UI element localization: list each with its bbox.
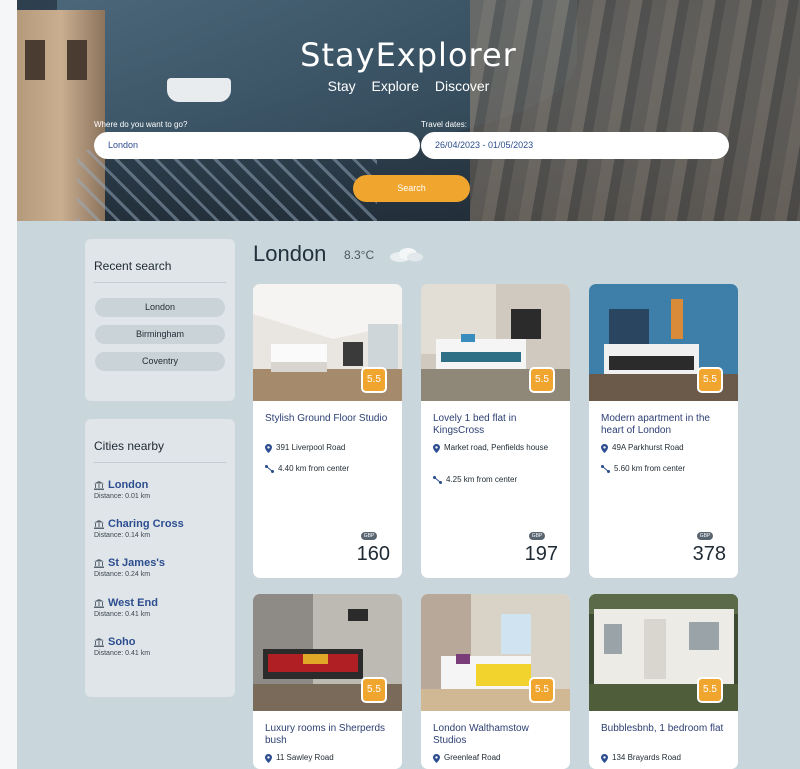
listing-address-text: 391 Liverpool Road: [276, 443, 346, 452]
recent-search-coventry[interactable]: Coventry: [95, 352, 225, 371]
listing-card[interactable]: 5.5 Stylish Ground Floor Studio 391 Live…: [253, 284, 402, 578]
listing-address-text: 11 Sawley Road: [276, 753, 334, 762]
recent-search-birmingham[interactable]: Birmingham: [95, 325, 225, 344]
tagline: Stay Explore Discover: [17, 78, 800, 94]
listing-address-text: 49A Parkhurst Road: [612, 443, 684, 452]
page-left-edge: [0, 0, 17, 769]
listing-card[interactable]: 5.5 Bubblesbnb, 1 bedroom flat 134 Braya…: [589, 594, 738, 769]
listing-address: 134 Brayards Road: [601, 753, 729, 763]
route-icon: [433, 475, 442, 484]
listing-distance: 4.25 km from center: [433, 475, 517, 484]
map-pin-icon: [433, 444, 440, 453]
route-icon: [265, 464, 274, 473]
hero-photo-bridge: [77, 150, 377, 221]
dates-label: Travel dates:: [421, 120, 467, 129]
cities-nearby-panel: Cities nearby London Distance: 0.01 km C…: [85, 419, 235, 697]
nearby-city-charing-cross[interactable]: Charing Cross Distance: 0.14 km: [94, 518, 184, 539]
landmark-icon: [94, 558, 104, 568]
search-button[interactable]: Search: [353, 175, 470, 202]
rating-badge: 5.5: [529, 677, 555, 703]
cities-nearby-title: Cities nearby: [94, 439, 165, 453]
listing-address-text: Market road, Penfields house: [444, 443, 549, 452]
landmark-icon: [94, 598, 104, 608]
listing-card[interactable]: 5.5 Luxury rooms in Sherperds bush 11 Sa…: [253, 594, 402, 769]
listing-address-text: 134 Brayards Road: [612, 753, 681, 762]
currency-badge: GBP: [361, 532, 377, 540]
cloud-icon: [390, 248, 423, 262]
location-temperature: 8.3°C: [344, 248, 375, 262]
rating-badge: 5.5: [529, 367, 555, 393]
rating-badge: 5.5: [361, 367, 387, 393]
listing-address: Greenleaf Road: [433, 753, 561, 763]
listing-distance-text: 5.60 km from center: [614, 464, 686, 473]
recent-search-divider: [94, 282, 226, 283]
listing-price: 197: [524, 543, 558, 565]
nearby-city-name: West End: [108, 597, 158, 609]
listing-distance-text: 4.40 km from center: [278, 464, 350, 473]
listing-distance-text: 4.25 km from center: [446, 475, 518, 484]
map-pin-icon: [433, 754, 440, 763]
nearby-city-distance: Distance: 0.41 km: [94, 650, 151, 657]
tagline-explore: Explore: [371, 78, 419, 94]
listing-title[interactable]: Luxury rooms in Sherperds bush: [265, 723, 393, 747]
listing-title[interactable]: London Walthamstow Studios: [433, 723, 561, 747]
cities-nearby-divider: [94, 462, 226, 463]
map-pin-icon: [601, 444, 608, 453]
nearby-city-name: St James's: [108, 557, 166, 569]
listing-title[interactable]: Modern apartment in the heart of London: [601, 413, 729, 437]
hero-photo-city: [470, 0, 800, 221]
recent-search-panel: Recent search London Birmingham Coventry: [85, 239, 235, 401]
landmark-icon: [94, 519, 104, 529]
nearby-city-soho[interactable]: Soho Distance: 0.41 km: [94, 636, 150, 657]
nearby-city-west-end[interactable]: West End Distance: 0.41 km: [94, 597, 158, 618]
recent-search-title: Recent search: [94, 259, 172, 273]
map-pin-icon: [265, 754, 272, 763]
brand-title: StayExplorer: [300, 36, 517, 74]
landmark-icon: [94, 637, 104, 647]
listing-card[interactable]: 5.5 London Walthamstow Studios Greenleaf…: [421, 594, 570, 769]
nearby-city-distance: Distance: 0.41 km: [94, 611, 151, 618]
hero-banner: StayExplorer Stay Explore Discover Where…: [17, 0, 800, 221]
listing-address-text: Greenleaf Road: [444, 753, 501, 762]
rating-badge: 5.5: [697, 677, 723, 703]
nearby-city-name: Soho: [108, 636, 136, 648]
route-icon: [601, 464, 610, 473]
location-title: London: [253, 241, 327, 266]
listing-title[interactable]: Lovely 1 bed flat in KingsCross: [433, 413, 561, 437]
destination-label: Where do you want to go?: [94, 120, 188, 129]
nearby-city-london[interactable]: London Distance: 0.01 km: [94, 479, 150, 500]
listing-address: 391 Liverpool Road: [265, 443, 393, 453]
dates-input[interactable]: 26/04/2023 - 01/05/2023: [421, 132, 729, 159]
listing-title[interactable]: Bubblesbnb, 1 bedroom flat: [601, 723, 729, 735]
listing-price: 378: [692, 543, 726, 565]
rating-badge: 5.5: [361, 677, 387, 703]
recent-search-london[interactable]: London: [95, 298, 225, 317]
tagline-stay: Stay: [327, 78, 356, 94]
currency-badge: GBP: [697, 532, 713, 540]
nearby-city-name: Charing Cross: [108, 518, 184, 530]
nearby-city-distance: Distance: 0.14 km: [94, 532, 151, 539]
rating-badge: 5.5: [697, 367, 723, 393]
listing-distance: 5.60 km from center: [601, 464, 685, 473]
listing-price: 160: [356, 543, 390, 565]
listing-distance: 4.40 km from center: [265, 464, 349, 473]
listing-address: 11 Sawley Road: [265, 753, 393, 763]
listing-card[interactable]: 5.5 Modern apartment in the heart of Lon…: [589, 284, 738, 578]
listing-title[interactable]: Stylish Ground Floor Studio: [265, 413, 393, 425]
destination-input[interactable]: London: [94, 132, 420, 159]
nearby-city-name: London: [108, 479, 149, 491]
map-pin-icon: [265, 444, 272, 453]
map-pin-icon: [601, 754, 608, 763]
listing-address: Market road, Penfields house: [433, 443, 561, 453]
tagline-discover: Discover: [434, 78, 490, 94]
listing-card[interactable]: 5.5 Lovely 1 bed flat in KingsCross Mark…: [421, 284, 570, 578]
landmark-icon: [94, 480, 104, 490]
nearby-city-distance: Distance: 0.01 km: [94, 493, 151, 500]
nearby-city-distance: Distance: 0.24 km: [94, 571, 151, 578]
listing-address: 49A Parkhurst Road: [601, 443, 729, 453]
currency-badge: GBP: [529, 532, 545, 540]
nearby-city-st-james[interactable]: St James's Distance: 0.24 km: [94, 557, 165, 578]
